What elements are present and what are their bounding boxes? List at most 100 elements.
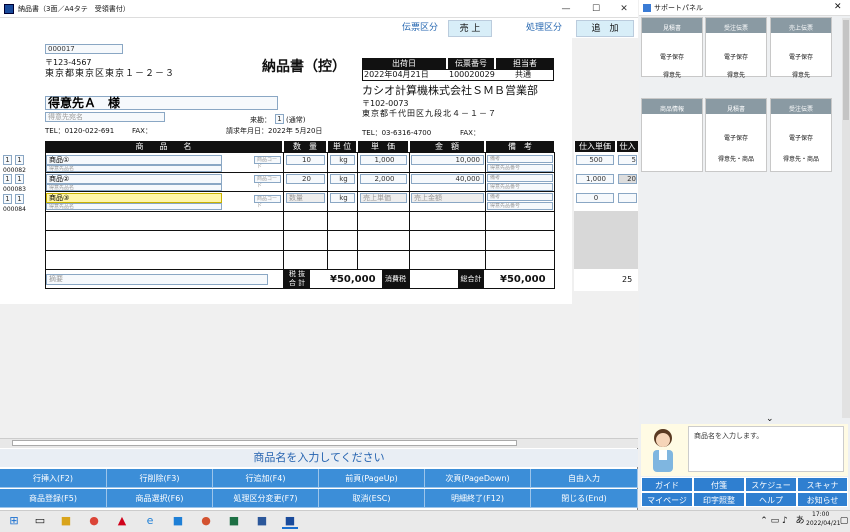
support-close-icon[interactable]: ✕ — [834, 2, 842, 12]
customer-code-field[interactable]: 000017 — [45, 44, 123, 54]
row1-price[interactable]: 1,000 — [360, 155, 407, 165]
mypage-button[interactable]: マイページ — [641, 492, 693, 507]
row1-amount[interactable]: 10,000 — [411, 155, 484, 165]
delete-row-button[interactable]: 行削除(F3) — [107, 469, 213, 488]
customer-name-field[interactable]: 得意先Ａ 様 — [45, 96, 278, 110]
tile-order-item[interactable]: 受注伝票 電子保存 得意先・商品 — [770, 98, 832, 172]
row2-price[interactable]: 2,000 — [360, 174, 407, 184]
help-button[interactable]: ヘルプ — [745, 492, 797, 507]
shori-kubun-value[interactable]: 追 加 — [576, 20, 634, 37]
select-item-button[interactable]: 商品選択(F6) — [107, 489, 213, 508]
active-app-icon[interactable]: ■ — [282, 513, 298, 529]
customer-addressee-field[interactable]: 得意先宛名 — [45, 112, 165, 122]
chevron-down-icon[interactable]: ⌄ — [766, 414, 774, 424]
outlook-icon[interactable]: ■ — [170, 513, 186, 529]
row2-note[interactable]: 備考 — [487, 174, 553, 182]
sticky-button[interactable]: 付箋 — [693, 477, 745, 492]
denpyo-kubun-value[interactable]: 売 上 — [448, 20, 492, 37]
register-item-button[interactable]: 商品登録(F5) — [0, 489, 107, 508]
add-row-button[interactable]: 行追加(F4) — [213, 469, 319, 488]
row3-note[interactable]: 備考 — [487, 193, 553, 201]
ship-date-field[interactable]: 2022年04月21日 — [364, 70, 429, 80]
person-field[interactable]: 共通 — [515, 70, 531, 80]
row3-code-hint[interactable]: 商品コード — [254, 195, 281, 209]
powerpoint-icon[interactable]: ● — [198, 513, 214, 529]
row3-cost[interactable]: 0 — [576, 193, 614, 203]
minimize-button[interactable]: — — [552, 1, 580, 17]
row3-flag-b[interactable]: 1 — [15, 194, 24, 204]
company-tel: TEL：03-6316-4700 — [362, 129, 432, 137]
folder-icon[interactable]: ■ — [58, 513, 74, 529]
row2-amount[interactable]: 40,000 — [411, 174, 484, 184]
row3-price[interactable]: 売上単価 — [360, 193, 407, 203]
row2-flag-b[interactable]: 1 — [15, 174, 24, 184]
print-adjust-button[interactable]: 印字照整 — [693, 492, 745, 507]
excel-icon[interactable]: ■ — [226, 513, 242, 529]
row3-note-sub[interactable]: 得意先品番号 — [487, 202, 553, 210]
cancel-button[interactable]: 取消(ESC) — [319, 489, 425, 508]
row2-item-name[interactable]: 商品② — [46, 174, 222, 184]
app-icon-taskbar[interactable]: ■ — [254, 513, 270, 529]
clock-time[interactable]: 17:00 — [812, 511, 829, 519]
schedule-button[interactable]: スケジュー — [745, 477, 797, 492]
row2-cost2[interactable]: 20 — [618, 174, 637, 184]
tile-order-item-l2: 得意先・商品 — [782, 156, 819, 163]
row1-flag-a[interactable]: 1 — [3, 155, 12, 165]
free-input-button[interactable]: 自由入力 — [531, 469, 638, 488]
notice-button[interactable]: お知らせ — [797, 492, 848, 507]
close-button[interactable]: ✕ — [610, 1, 638, 17]
row2-item-sub[interactable]: 得意先品名 — [46, 184, 222, 191]
row3-cost2[interactable] — [618, 193, 637, 203]
row2-flag-a[interactable]: 1 — [3, 174, 12, 184]
row1-cost2[interactable]: 5 — [618, 155, 637, 165]
finish-detail-button[interactable]: 明細終了(F12) — [425, 489, 531, 508]
maximize-button[interactable]: ☐ — [582, 1, 610, 17]
row1-note[interactable]: 備考 — [487, 155, 553, 163]
edge-icon[interactable]: e — [142, 513, 158, 529]
change-process-button[interactable]: 処理区分変更(F7) — [213, 489, 319, 508]
row3-unit[interactable]: kg — [330, 193, 355, 203]
tile-estimate-item[interactable]: 見積書 電子保存 得意先・商品 — [705, 98, 767, 172]
tile-estimate[interactable]: 見積書 電子保存 得意先 — [641, 17, 703, 79]
row2-note-sub[interactable]: 得意先品番号 — [487, 183, 553, 191]
tile-order[interactable]: 受注伝票 電子保存 得意先 — [705, 17, 767, 79]
row2-cost[interactable]: 1,000 — [576, 174, 614, 184]
scrollbar-thumb[interactable] — [12, 440, 517, 446]
close-form-button[interactable]: 閉じる(End) — [531, 489, 638, 508]
guide-button[interactable]: ガイド — [641, 477, 693, 492]
row1-qty[interactable]: 10 — [286, 155, 325, 165]
row1-item-name[interactable]: 商品① — [46, 155, 222, 165]
remark-field[interactable]: 摘要 — [46, 274, 268, 285]
row2-unit[interactable]: kg — [330, 174, 355, 184]
support-scrollbar-thumb[interactable] — [843, 20, 849, 120]
acrobat-icon[interactable]: ▲ — [114, 513, 130, 529]
taskview-icon[interactable]: ▭ — [32, 513, 48, 529]
start-icon[interactable]: ⊞ — [6, 513, 22, 529]
billing-number-field[interactable]: 1 — [275, 114, 284, 124]
row3-item-name-input[interactable]: 商品③ — [46, 193, 222, 203]
tile-order-l1: 電子保存 — [723, 54, 748, 61]
next-page-button[interactable]: 次頁(PageDown) — [425, 469, 531, 488]
row1-cost[interactable]: 500 — [576, 155, 614, 165]
chrome-icon[interactable]: ● — [86, 513, 102, 529]
row2-code-hint[interactable]: 商品コード — [254, 175, 281, 189]
row2-qty[interactable]: 20 — [286, 174, 325, 184]
prev-page-button[interactable]: 前頁(PageUp) — [319, 469, 425, 488]
row3-qty[interactable]: 数量 — [286, 193, 325, 203]
col-item-header: 商 品 名 — [45, 141, 282, 152]
row3-flag-a[interactable]: 1 — [3, 194, 12, 204]
app-icon — [4, 4, 14, 14]
tile-product-info[interactable]: 商品情報 — [641, 98, 703, 172]
row1-note-sub[interactable]: 得意先品番号 — [487, 164, 553, 172]
row3-amount[interactable]: 売上金額 — [411, 193, 484, 203]
tile-sales[interactable]: 売上伝票 電子保存 得意先 — [770, 17, 832, 79]
row1-item-sub[interactable]: 得意先品名 — [46, 165, 222, 172]
row1-code-hint[interactable]: 商品コード — [254, 156, 281, 170]
notification-icon[interactable]: ▢ — [836, 513, 850, 529]
scanner-button[interactable]: スキャナ — [797, 477, 848, 492]
row1-flag-b[interactable]: 1 — [15, 155, 24, 165]
row1-unit[interactable]: kg — [330, 155, 355, 165]
row3-item-sub[interactable]: 得意先品名 — [46, 203, 222, 210]
insert-row-button[interactable]: 行挿入(F2) — [0, 469, 107, 488]
slip-number-field[interactable]: 100020029 — [449, 70, 495, 80]
